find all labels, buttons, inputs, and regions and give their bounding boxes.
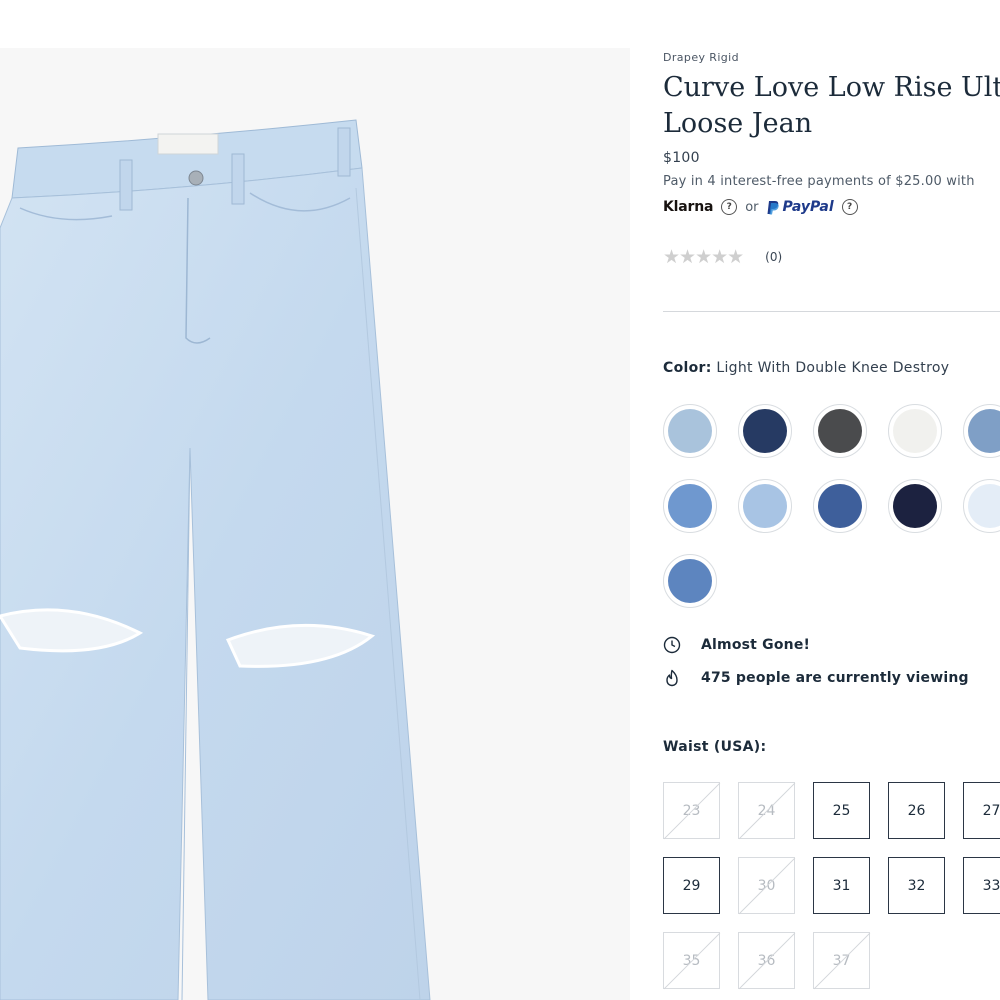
clock-icon (663, 636, 681, 654)
color-swatch[interactable] (963, 479, 1000, 533)
waist-size-label: 24 (757, 802, 776, 819)
product-title: Curve Love Low Rise Ultra Loose Jean (663, 72, 1000, 139)
color-swatch-fill (668, 484, 712, 528)
waist-size-option: 30 (738, 857, 795, 914)
waist-size-label: 35 (682, 952, 701, 969)
paypal-help-icon[interactable]: ? (841, 199, 858, 215)
waist-size-label: 31 (832, 877, 851, 894)
waist-size-label: 30 (757, 877, 776, 894)
product-details: Drapey Rigid Curve Love Low Rise Ultra L… (663, 0, 1000, 1000)
color-swatch[interactable] (813, 404, 867, 458)
rating[interactable]: ★★★★★ (0) (663, 246, 782, 268)
paypal-label: PayPal (782, 199, 834, 215)
waist-size-option: 35 (663, 932, 720, 989)
color-swatch-fill (743, 409, 787, 453)
color-swatch-fill (743, 484, 787, 528)
klarna-logo[interactable]: Klarna (663, 199, 713, 215)
color-swatch-fill (893, 484, 937, 528)
color-label-heading: Color: (663, 360, 712, 376)
selected-color-name: Light With Double Knee Destroy (716, 360, 950, 376)
waist-size-option[interactable]: 27 (963, 782, 1000, 839)
color-swatch[interactable] (888, 479, 942, 533)
color-swatch-fill (668, 409, 712, 453)
waist-size-label: 29 (682, 877, 701, 894)
or-text: or (745, 199, 759, 215)
waist-size-label: 33 (982, 877, 1000, 894)
payment-options: Klarna ? or PayPal ? (663, 199, 858, 215)
waist-size-option[interactable]: 26 (888, 782, 945, 839)
waist-size-option: 24 (738, 782, 795, 839)
star-rating-icon: ★★★★★ (663, 246, 744, 268)
color-swatch[interactable] (963, 404, 1000, 458)
color-swatch[interactable] (738, 404, 792, 458)
klarna-help-icon[interactable]: ? (721, 199, 738, 215)
color-swatch-fill (968, 409, 1000, 453)
waist-size-option: 37 (813, 932, 870, 989)
color-swatch-fill (668, 559, 712, 603)
paypal-icon (767, 200, 779, 214)
product-image[interactable] (0, 48, 630, 1000)
waist-size-label: 37 (832, 952, 851, 969)
waist-size-option[interactable]: 29 (663, 857, 720, 914)
waist-size-option[interactable]: 32 (888, 857, 945, 914)
waist-size-label: 32 (907, 877, 926, 894)
color-swatch-fill (893, 409, 937, 453)
waist-size-option[interactable]: 31 (813, 857, 870, 914)
color-swatch[interactable] (663, 554, 717, 608)
jeans-photo (0, 48, 630, 1000)
waist-size-option: 36 (738, 932, 795, 989)
color-swatch[interactable] (738, 479, 792, 533)
waist-size-label: 36 (757, 952, 776, 969)
waist-size-option[interactable]: 33 (963, 857, 1000, 914)
color-swatch-fill (818, 409, 862, 453)
waist-size-label: 25 (832, 802, 851, 819)
waist-size-label: 27 (982, 802, 1000, 819)
color-label: Color: Light With Double Knee Destroy (663, 360, 949, 376)
waist-size-option[interactable]: 25 (813, 782, 870, 839)
color-swatch-fill (968, 484, 1000, 528)
collection-label: Drapey Rigid (663, 51, 740, 64)
color-swatch[interactable] (813, 479, 867, 533)
review-count[interactable]: (0) (765, 250, 782, 264)
waist-label: Waist (USA): (663, 739, 767, 755)
waist-size-label: 23 (682, 802, 701, 819)
viewers-text: 475 people are currently viewing (701, 670, 969, 686)
almost-gone-text: Almost Gone! (701, 637, 811, 653)
installments-text: Pay in 4 interest-free payments of $25.0… (663, 174, 975, 189)
color-swatch[interactable] (663, 479, 717, 533)
paypal-logo[interactable]: PayPal (767, 199, 834, 215)
flame-icon (666, 669, 678, 687)
almost-gone-status: Almost Gone! (663, 636, 810, 654)
product-price: $100 (663, 150, 700, 166)
waist-size-option: 23 (663, 782, 720, 839)
viewers-status: 475 people are currently viewing (663, 669, 969, 687)
waist-size-label: 26 (907, 802, 926, 819)
color-swatch[interactable] (663, 404, 717, 458)
color-swatch-fill (818, 484, 862, 528)
color-swatch[interactable] (888, 404, 942, 458)
divider (663, 311, 1000, 312)
